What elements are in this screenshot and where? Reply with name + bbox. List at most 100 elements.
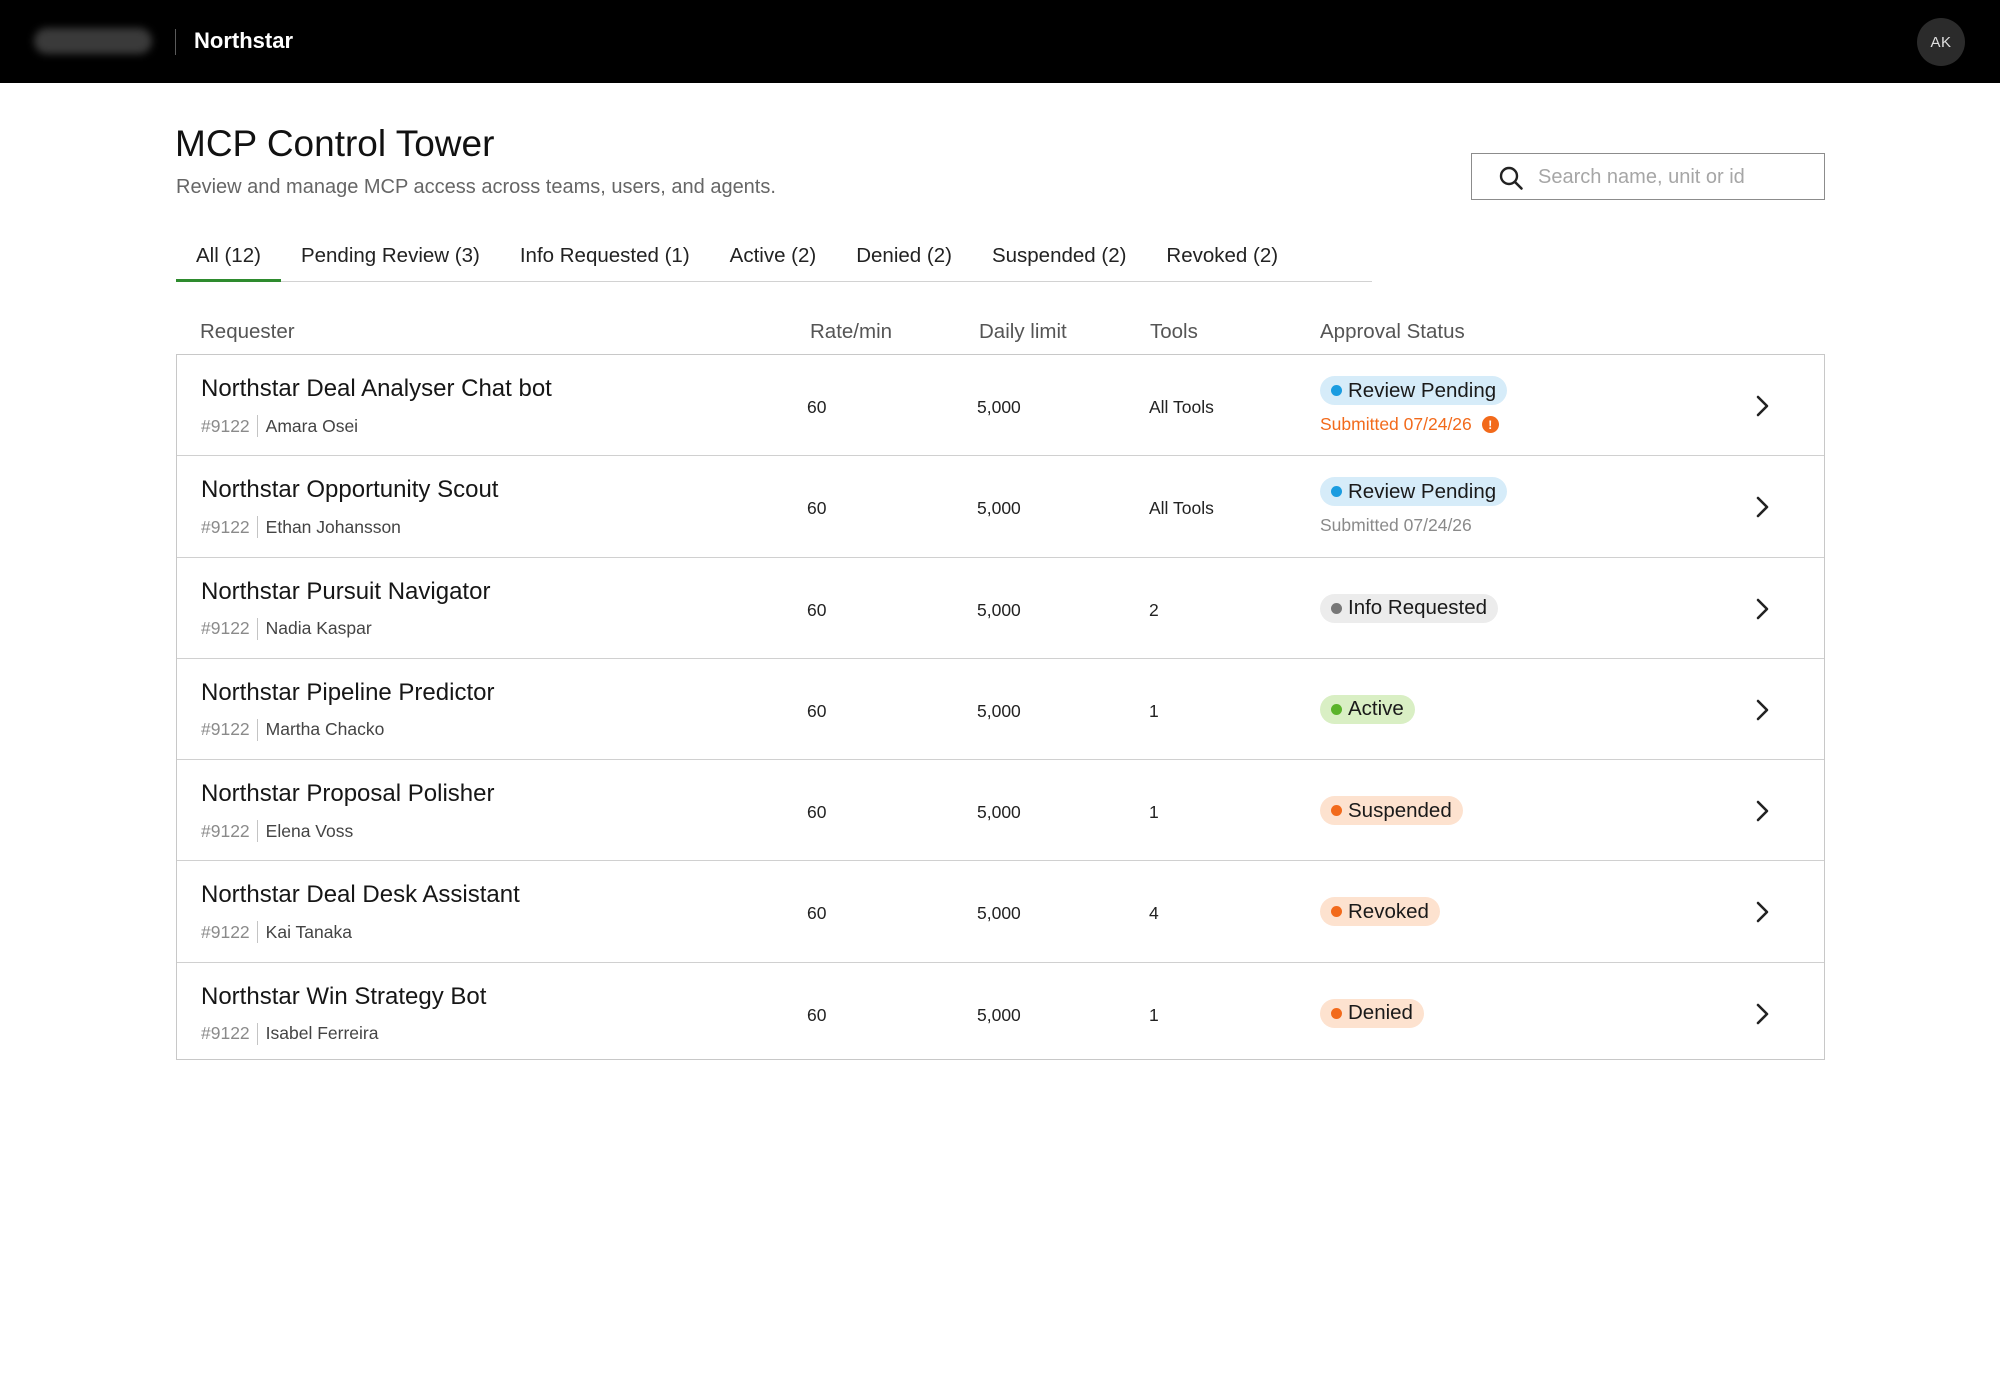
request-id: #9122	[201, 921, 250, 942]
requester-name: Northstar Pipeline Predictor	[201, 678, 495, 706]
status-badge: Denied	[1320, 998, 1424, 1028]
tab-all[interactable]: All (12)	[176, 240, 281, 282]
rate-per-min: 60	[807, 599, 827, 620]
brand-name[interactable]: Northstar	[194, 28, 293, 54]
meta-divider	[256, 617, 258, 640]
daily-limit: 5,000	[977, 1004, 1021, 1025]
submitted-text: Submitted 07/24/26	[1320, 515, 1472, 536]
chevron-right-icon[interactable]	[1750, 1000, 1774, 1028]
requests-table: Northstar Deal Analyser Chat bot #9122 Ama…	[176, 354, 1825, 1060]
rate-per-min: 60	[807, 700, 827, 721]
daily-limit: 5,000	[977, 498, 1021, 519]
column-header-requester[interactable]: Requester	[200, 320, 295, 344]
requester-owner: Nadia Kaspar	[265, 618, 372, 639]
table-row[interactable]: Northstar Win Strategy Bot #9122 Isabel Fe…	[177, 963, 1824, 1064]
tools-count: All Tools	[1149, 397, 1214, 417]
daily-limit: 5,000	[977, 802, 1021, 823]
tools-count: 4	[1149, 903, 1159, 924]
status-label: Denied	[1348, 1001, 1413, 1025]
rate-per-min: 60	[807, 498, 827, 519]
rate-per-min: 60	[807, 802, 827, 823]
rate-per-min: 60	[807, 903, 827, 924]
status-label: Review Pending	[1348, 479, 1497, 503]
status-badge: Suspended	[1320, 796, 1463, 826]
submitted-text: Submitted 07/24/26	[1320, 414, 1472, 434]
status-dot	[1331, 805, 1342, 817]
requester-meta: #9122 Martha Chacko	[201, 718, 385, 741]
meta-divider	[256, 415, 258, 437]
requester-name: Northstar Opportunity Scout	[201, 476, 499, 504]
requester-meta: #9122 Isabel Ferreira	[201, 1022, 379, 1045]
daily-limit: 5,000	[977, 599, 1021, 620]
requester-name: Northstar Deal Analyser Chat bot	[201, 375, 552, 402]
tools-count: All Tools	[1149, 498, 1214, 519]
search-icon	[1499, 166, 1523, 190]
tab-denied[interactable]: Denied (2)	[836, 240, 972, 282]
meta-divider	[256, 1022, 258, 1045]
tab-pending-review[interactable]: Pending Review (3)	[281, 240, 500, 282]
meta-divider	[256, 516, 258, 539]
blurred-logo	[34, 28, 152, 54]
column-header-tools[interactable]: Tools	[1150, 320, 1198, 344]
requester-name: Northstar Win Strategy Bot	[201, 982, 487, 1010]
request-id: #9122	[201, 415, 250, 436]
chevron-right-icon[interactable]	[1750, 696, 1774, 724]
requester-owner: Amara Osei	[265, 415, 359, 436]
table-row[interactable]: Northstar Opportunity Scout #9122 Ethan Jo…	[177, 456, 1824, 558]
table-row[interactable]: Northstar Proposal Polisher #9122 Elena Vo…	[177, 760, 1824, 862]
status-label: Revoked	[1348, 899, 1429, 923]
rate-per-min: 60	[807, 1004, 827, 1025]
table-row[interactable]: Northstar Deal Desk Assistant #9122 Kai Ta…	[177, 861, 1824, 963]
requester-owner: Kai Tanaka	[265, 921, 352, 942]
submitted-date: Submitted 07/24/26!	[1320, 414, 1499, 435]
user-avatar[interactable]: AK	[1917, 18, 1965, 66]
request-id: #9122	[201, 1023, 250, 1044]
status-label: Suspended	[1348, 798, 1452, 822]
alert-icon: !	[1481, 416, 1499, 433]
tab-info-requested[interactable]: Info Requested (1)	[500, 240, 710, 282]
requester-owner: Ethan Johansson	[265, 516, 401, 537]
requester-owner: Elena Voss	[265, 820, 354, 841]
status-badge: Info Requested	[1320, 593, 1499, 623]
meta-divider	[256, 820, 258, 843]
status-tabs: All (12) Pending Review (3) Info Requested…	[176, 240, 1372, 282]
chevron-right-icon[interactable]	[1750, 392, 1774, 420]
tab-active[interactable]: Active (2)	[710, 240, 837, 282]
tools-count: 1	[1149, 1004, 1159, 1025]
column-header-daily-limit[interactable]: Daily limit	[979, 320, 1067, 344]
table-row[interactable]: Northstar Pursuit Navigator #9122 Nadia Ka…	[177, 558, 1824, 659]
requester-meta: #9122 Kai Tanaka	[201, 921, 352, 944]
requester-name: Northstar Pursuit Navigator	[201, 577, 491, 605]
tools-count: 2	[1149, 599, 1159, 620]
chevron-right-icon[interactable]	[1750, 797, 1774, 825]
tab-revoked[interactable]: Revoked (2)	[1146, 240, 1298, 282]
chevron-right-icon[interactable]	[1750, 898, 1774, 926]
column-header-approval-status[interactable]: Approval Status	[1320, 320, 1465, 344]
page-title: MCP Control Tower	[175, 123, 495, 164]
rate-per-min: 60	[807, 397, 827, 417]
column-header-rate[interactable]: Rate/min	[810, 320, 892, 344]
daily-limit: 5,000	[977, 700, 1021, 721]
brand-divider	[175, 29, 176, 55]
search-input[interactable]	[1538, 162, 1808, 192]
status-dot	[1331, 602, 1342, 614]
request-id: #9122	[201, 820, 250, 841]
daily-limit: 5,000	[977, 903, 1021, 924]
table-row[interactable]: Northstar Pipeline Predictor #9122 Martha …	[177, 659, 1824, 761]
status-dot	[1331, 486, 1342, 498]
table-row[interactable]: Northstar Deal Analyser Chat bot #9122 Ama…	[177, 355, 1824, 457]
tab-suspended[interactable]: Suspended (2)	[972, 240, 1146, 282]
requester-name: Northstar Deal Desk Assistant	[201, 881, 520, 909]
tools-count: 1	[1149, 700, 1159, 721]
status-badge: Active	[1320, 694, 1415, 724]
requester-meta: #9122 Elena Voss	[201, 820, 354, 843]
status-dot	[1331, 385, 1342, 396]
request-id: #9122	[201, 719, 250, 740]
status-label: Info Requested	[1348, 596, 1488, 620]
tools-count: 1	[1149, 802, 1159, 823]
daily-limit: 5,000	[977, 397, 1021, 417]
search-box[interactable]	[1471, 153, 1825, 200]
requester-owner: Martha Chacko	[265, 719, 385, 740]
chevron-right-icon[interactable]	[1750, 595, 1774, 623]
chevron-right-icon[interactable]	[1750, 493, 1774, 521]
